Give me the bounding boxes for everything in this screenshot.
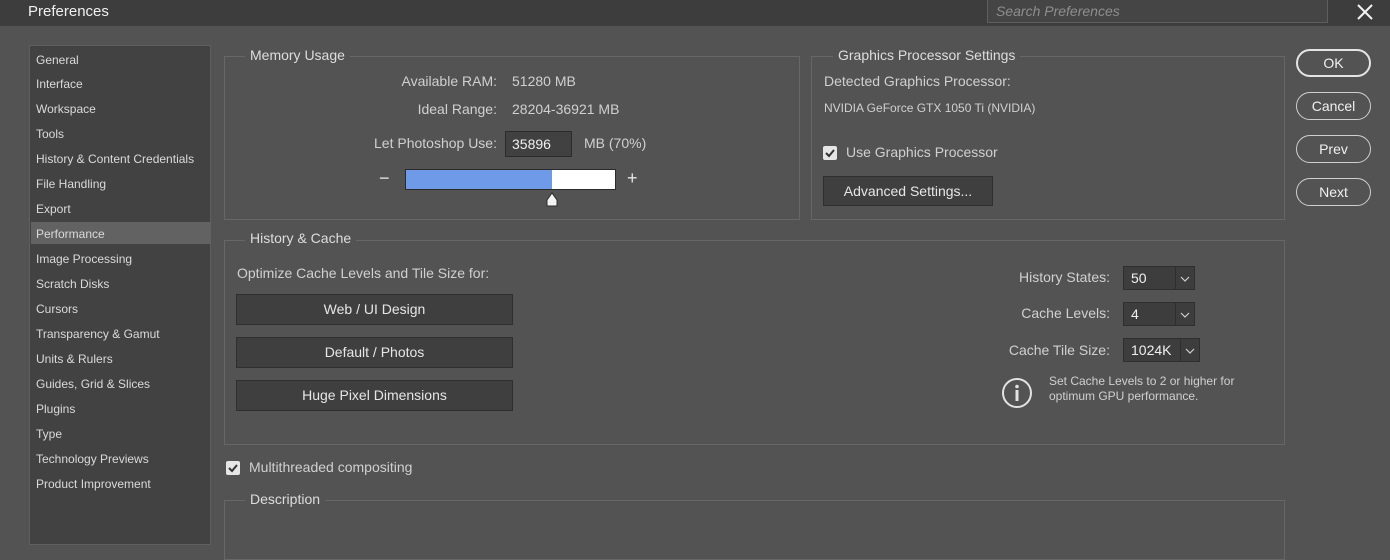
sidebar-item-interface[interactable]: Interface bbox=[36, 77, 83, 91]
history-states-dropdown[interactable]: 50 bbox=[1123, 266, 1195, 290]
sidebar-item-image-processing[interactable]: Image Processing bbox=[36, 252, 132, 266]
gpu-settings-title: Graphics Processor Settings bbox=[833, 47, 1021, 63]
chevron-down-icon bbox=[1175, 267, 1190, 289]
sidebar-item-file-handling[interactable]: File Handling bbox=[36, 177, 106, 191]
cache-info-line-2: optimum GPU performance. bbox=[1049, 389, 1199, 403]
sidebar-item-scratch-disks[interactable]: Scratch Disks bbox=[36, 277, 109, 291]
cache-levels-label: Cache Levels: bbox=[1021, 305, 1110, 321]
cache-tile-size-value: 1024K bbox=[1131, 342, 1172, 358]
detected-gpu-value: NVIDIA GeForce GTX 1050 Ti (NVIDIA) bbox=[824, 101, 1036, 115]
detected-gpu-label: Detected Graphics Processor: bbox=[824, 73, 1011, 89]
web-ui-design-label: Web / UI Design bbox=[323, 301, 426, 317]
ram-slider-thumb[interactable] bbox=[544, 192, 560, 208]
history-cache-title: History & Cache bbox=[245, 230, 357, 246]
sidebar-item-workspace[interactable]: Workspace bbox=[36, 102, 96, 116]
history-states-label: History States: bbox=[1018, 269, 1110, 285]
huge-pixel-dimensions-label: Huge Pixel Dimensions bbox=[302, 387, 447, 403]
sidebar-item-technology-previews[interactable]: Technology Previews bbox=[36, 452, 149, 466]
cache-tile-size-dropdown[interactable]: 1024K bbox=[1123, 338, 1200, 362]
sidebar-item-units-rulers[interactable]: Units & Rulers bbox=[36, 352, 113, 366]
preferences-sidebar: General Interface Workspace Tools Histor… bbox=[29, 45, 211, 545]
memory-usage-title: Memory Usage bbox=[245, 47, 350, 63]
next-button[interactable]: Next bbox=[1296, 178, 1371, 206]
cache-tile-size-label: Cache Tile Size: bbox=[1008, 342, 1110, 358]
checkmark-icon bbox=[228, 464, 238, 473]
ram-slider-track[interactable] bbox=[405, 169, 616, 190]
ram-usage-value: 35896 bbox=[512, 136, 551, 152]
ideal-range-label: Ideal Range: bbox=[417, 101, 497, 117]
prev-button[interactable]: Prev bbox=[1296, 135, 1371, 163]
sidebar-item-general[interactable]: General bbox=[36, 53, 79, 67]
sidebar-item-cursors[interactable]: Cursors bbox=[36, 302, 78, 316]
title-bar: Preferences Search Preferences bbox=[0, 0, 1390, 26]
ram-usage-suffix: MB (70%) bbox=[584, 135, 647, 151]
use-gpu-label: Use Graphics Processor bbox=[846, 144, 998, 160]
chevron-down-icon bbox=[1180, 339, 1195, 361]
decrease-ram-button[interactable]: − bbox=[379, 168, 390, 189]
sidebar-item-plugins[interactable]: Plugins bbox=[36, 402, 75, 416]
chevron-down-icon bbox=[1175, 303, 1190, 325]
window-title: Preferences bbox=[28, 3, 109, 20]
cache-levels-dropdown[interactable]: 4 bbox=[1123, 302, 1195, 326]
multithreaded-compositing-checkbox[interactable] bbox=[226, 461, 240, 475]
advanced-settings-button[interactable]: Advanced Settings... bbox=[823, 176, 993, 206]
sidebar-item-history-content-credentials[interactable]: History & Content Credentials bbox=[36, 152, 194, 166]
sidebar-item-transparency-gamut[interactable]: Transparency & Gamut bbox=[36, 327, 160, 341]
increase-ram-button[interactable]: + bbox=[627, 168, 638, 189]
sidebar-item-performance[interactable]: Performance bbox=[36, 227, 105, 241]
sidebar-item-type[interactable]: Type bbox=[36, 427, 62, 441]
ok-button[interactable]: OK bbox=[1296, 49, 1371, 77]
default-photos-label: Default / Photos bbox=[324, 344, 425, 360]
cache-levels-value: 4 bbox=[1131, 306, 1139, 322]
search-placeholder: Search Preferences bbox=[996, 3, 1120, 19]
sidebar-item-export[interactable]: Export bbox=[36, 202, 71, 216]
ram-slider-fill bbox=[406, 170, 552, 189]
cache-info-line-1: Set Cache Levels to 2 or higher for bbox=[1049, 374, 1235, 388]
multithreaded-compositing-label: Multithreaded compositing bbox=[249, 459, 413, 475]
close-icon[interactable] bbox=[1355, 2, 1375, 22]
let-photoshop-use-label: Let Photoshop Use: bbox=[374, 135, 497, 151]
description-group bbox=[224, 500, 1285, 560]
history-states-value: 50 bbox=[1131, 270, 1147, 286]
use-gpu-checkbox[interactable] bbox=[823, 146, 837, 160]
sidebar-item-tools[interactable]: Tools bbox=[36, 127, 64, 141]
cancel-button[interactable]: Cancel bbox=[1296, 92, 1371, 120]
ram-usage-input[interactable]: 35896 bbox=[505, 131, 572, 157]
advanced-settings-label: Advanced Settings... bbox=[843, 183, 973, 199]
available-ram-label: Available RAM: bbox=[401, 73, 497, 89]
default-photos-button[interactable]: Default / Photos bbox=[236, 337, 513, 368]
description-title: Description bbox=[245, 491, 326, 507]
search-preferences-input[interactable]: Search Preferences bbox=[987, 0, 1328, 23]
optimize-cache-label: Optimize Cache Levels and Tile Size for: bbox=[237, 265, 490, 281]
sidebar-item-guides-grid-slices[interactable]: Guides, Grid & Slices bbox=[36, 377, 150, 391]
sidebar-item-product-improvement[interactable]: Product Improvement bbox=[36, 477, 151, 491]
huge-pixel-dimensions-button[interactable]: Huge Pixel Dimensions bbox=[236, 380, 513, 411]
info-icon bbox=[1002, 378, 1032, 408]
web-ui-design-button[interactable]: Web / UI Design bbox=[236, 294, 513, 325]
available-ram-value: 51280 MB bbox=[512, 73, 576, 89]
checkmark-icon bbox=[825, 149, 835, 158]
ideal-range-value: 28204-36921 MB bbox=[512, 101, 620, 117]
